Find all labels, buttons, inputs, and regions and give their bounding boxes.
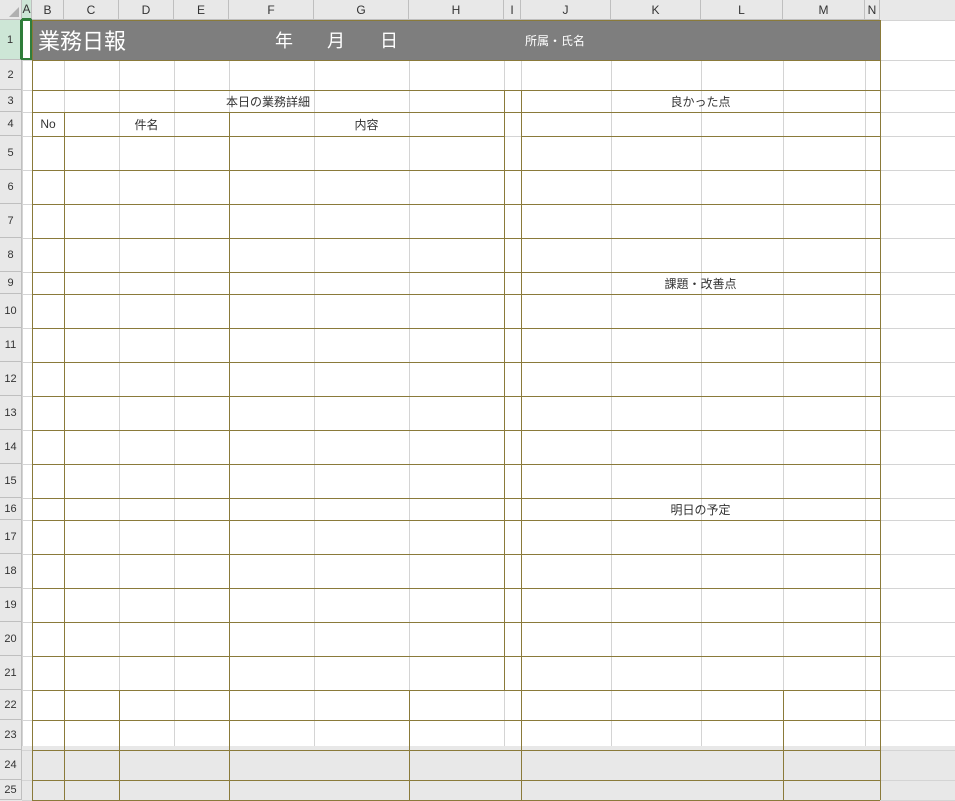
row-header-12[interactable]: 12 — [0, 362, 22, 396]
row-header-7[interactable]: 7 — [0, 204, 22, 238]
col-header-D[interactable]: D — [119, 0, 174, 20]
row-header-11[interactable]: 11 — [0, 328, 22, 362]
row-header-5[interactable]: 5 — [0, 136, 22, 170]
row-header-25[interactable]: 25 — [0, 780, 22, 800]
issues-label: 課題・改善点 — [521, 272, 880, 294]
col-header-H[interactable]: H — [409, 0, 504, 20]
row-header-3[interactable]: 3 — [0, 90, 22, 112]
col-header-J[interactable]: J — [521, 0, 611, 20]
row-header-22[interactable]: 22 — [0, 690, 22, 720]
month-label: 月 — [311, 20, 361, 60]
column-headers: ABCDEFGHIJKLMN — [22, 0, 955, 20]
row-header-10[interactable]: 10 — [0, 294, 22, 328]
row-header-1[interactable]: 1 — [0, 20, 22, 60]
year-label: 年 — [259, 20, 309, 60]
col-header-L[interactable]: L — [701, 0, 783, 20]
col-header-G[interactable]: G — [314, 0, 409, 20]
row-header-16[interactable]: 16 — [0, 498, 22, 520]
col-header-M[interactable]: M — [783, 0, 865, 20]
row-header-19[interactable]: 19 — [0, 588, 22, 622]
affiliation-label: 所属・氏名 — [525, 20, 685, 60]
col-header-F[interactable]: F — [229, 0, 314, 20]
col-header-N[interactable]: N — [865, 0, 880, 20]
spreadsheet: ABCDEFGHIJKLMN 1234567891011121314151617… — [0, 0, 955, 746]
subject-label: 件名 — [64, 112, 229, 136]
row-header-6[interactable]: 6 — [0, 170, 22, 204]
col-header-E[interactable]: E — [174, 0, 229, 20]
row-header-15[interactable]: 15 — [0, 464, 22, 498]
col-header-C[interactable]: C — [64, 0, 119, 20]
col-header-I[interactable]: I — [504, 0, 521, 20]
row-header-20[interactable]: 20 — [0, 622, 22, 656]
row-header-8[interactable]: 8 — [0, 238, 22, 272]
content-label: 内容 — [229, 112, 504, 136]
row-header-14[interactable]: 14 — [0, 430, 22, 464]
good-points-label: 良かった点 — [521, 90, 880, 112]
select-all-corner[interactable] — [0, 0, 22, 20]
col-header-A[interactable]: A — [22, 0, 32, 20]
today-detail-label: 本日の業務詳細 — [32, 90, 504, 112]
title: 業務日報 — [38, 20, 188, 60]
row-header-18[interactable]: 18 — [0, 554, 22, 588]
tomorrow-label: 明日の予定 — [521, 498, 880, 520]
row-header-17[interactable]: 17 — [0, 520, 22, 554]
row-headers: 1234567891011121314151617181920212223242… — [0, 20, 22, 746]
row-header-9[interactable]: 9 — [0, 272, 22, 294]
row-header-4[interactable]: 4 — [0, 112, 22, 136]
row-header-13[interactable]: 13 — [0, 396, 22, 430]
col-header-B[interactable]: B — [32, 0, 64, 20]
row-header-24[interactable]: 24 — [0, 750, 22, 780]
col-header-K[interactable]: K — [611, 0, 701, 20]
row-header-2[interactable]: 2 — [0, 60, 22, 90]
no-label: No — [32, 112, 64, 136]
row-header-21[interactable]: 21 — [0, 656, 22, 690]
grid-area[interactable]: 業務日報 年月日 所属・氏名本日の業務詳細良かった点 No件名内容課題・改善点明日の予… — [22, 20, 955, 746]
day-label: 日 — [364, 20, 414, 60]
